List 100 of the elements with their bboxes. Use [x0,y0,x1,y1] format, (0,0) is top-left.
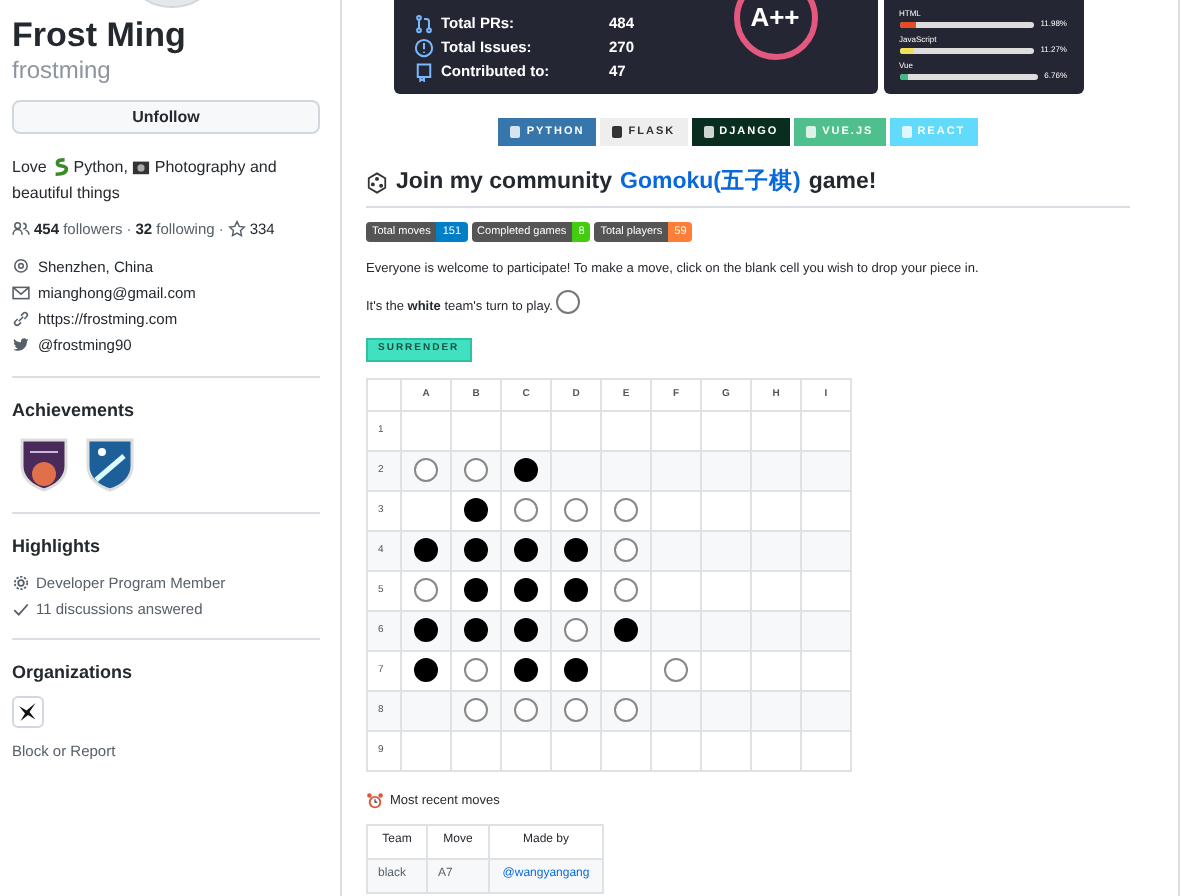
board-cell[interactable] [651,490,701,531]
board-cell[interactable] [501,730,551,771]
board-cell[interactable] [651,410,701,451]
board-cell[interactable] [751,690,801,731]
board-cell[interactable] [651,570,701,611]
board-cell[interactable] [801,410,851,451]
pull-request-icon [413,14,433,34]
board-cell[interactable] [551,530,601,571]
board-cell[interactable] [701,730,751,771]
board-cell[interactable] [701,610,751,651]
board-cell[interactable] [451,450,501,491]
board-cell[interactable] [401,690,451,731]
board-cell[interactable] [601,690,651,731]
board-cell[interactable] [451,530,501,571]
board-cell[interactable] [751,610,801,651]
board-cell[interactable] [751,450,801,491]
board-cell[interactable] [401,650,451,691]
board-cell[interactable] [401,530,451,571]
board-cell[interactable] [801,650,851,691]
board-cell[interactable] [501,650,551,691]
board-cell[interactable] [551,650,601,691]
board-cell[interactable] [401,410,451,451]
board-cell[interactable] [501,530,551,571]
gomoku-link[interactable]: Gomoku(五子棋) [620,166,801,201]
profile-login: frostming [12,56,113,84]
board-cell[interactable] [601,410,651,451]
board-cell[interactable] [501,690,551,731]
issue-icon [413,38,433,58]
board-cell[interactable] [651,450,701,491]
board-cell[interactable] [651,730,701,771]
board-cell[interactable] [801,490,851,531]
link-icon [12,309,30,328]
game-title: Join my community [396,168,612,198]
board-cell[interactable] [651,610,701,651]
board-cell[interactable] [801,450,851,491]
board-cell[interactable] [751,650,801,691]
board-cell[interactable] [501,450,551,491]
board-cell[interactable] [601,450,651,491]
board-cell[interactable] [601,490,651,531]
board-cell[interactable] [401,570,451,611]
board-cell[interactable] [601,650,651,691]
board-cell[interactable] [451,570,501,611]
board-cell[interactable] [451,490,501,531]
board-cell[interactable] [701,570,751,611]
board-cell[interactable] [751,570,801,611]
die-icon [366,172,388,195]
organization-logo-icon[interactable] [12,696,44,729]
board-cell[interactable] [551,610,601,651]
board-cell[interactable] [401,730,451,771]
board-cell[interactable] [751,410,801,451]
board-cell[interactable] [701,650,751,691]
board-cell[interactable] [401,450,451,491]
board-cell[interactable] [801,690,851,731]
board-cell[interactable] [401,610,451,651]
board-cell[interactable] [501,570,551,611]
envelope-icon [12,283,30,302]
board-cell[interactable] [451,650,501,691]
board-cell[interactable] [601,530,651,571]
board-cell[interactable] [501,490,551,531]
board-cell[interactable] [751,730,801,771]
achievement-badge-icon[interactable] [84,436,136,493]
board-cell[interactable] [801,570,851,611]
profile-bio: Love Python, Photography and beautiful things [12,155,279,205]
board-cell[interactable] [651,690,701,731]
board-cell[interactable] [801,730,851,771]
board-cell[interactable] [551,490,601,531]
board-cell[interactable] [551,690,601,731]
board-cell[interactable] [751,530,801,571]
board-cell[interactable] [701,410,751,451]
board-cell[interactable] [551,410,601,451]
board-cell[interactable] [651,650,701,691]
board-cell[interactable] [451,610,501,651]
people-icon [12,219,30,238]
board-cell[interactable] [651,530,701,571]
board-cell[interactable] [601,610,651,651]
board-cell[interactable] [701,690,751,731]
camera-icon [132,157,151,176]
snake-icon [51,157,70,176]
board-cell[interactable] [451,690,501,731]
board-cell[interactable] [551,730,601,771]
board-cell[interactable] [701,450,751,491]
section-title: Highlights [12,534,102,561]
board-cell[interactable] [751,490,801,531]
board-cell[interactable] [401,490,451,531]
achievement-badge-icon[interactable] [18,436,70,493]
game-title: game! [808,168,877,198]
board-cell[interactable] [701,530,751,571]
board-cell[interactable] [601,730,651,771]
board-cell[interactable] [601,570,651,611]
board-cell[interactable] [501,410,551,451]
board-cell[interactable] [551,570,601,611]
board-cell[interactable] [701,490,751,531]
board-cell[interactable] [551,450,601,491]
board-cell[interactable] [451,410,501,451]
board-cell[interactable] [451,730,501,771]
unfollow-button[interactable]: Unfollow [12,100,320,134]
board-cell[interactable] [801,610,851,651]
board-cell[interactable] [801,530,851,571]
board-cell[interactable] [501,610,551,651]
check-icon [12,599,30,618]
